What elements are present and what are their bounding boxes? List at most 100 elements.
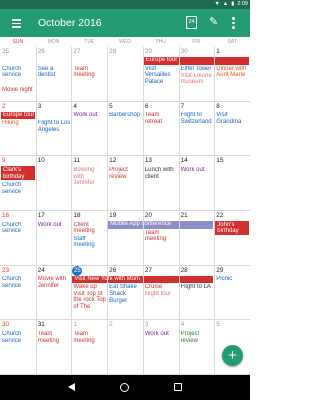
day-cell[interactable]: 30 (0, 320, 36, 375)
event-item[interactable]: Lunch with client (145, 167, 178, 181)
back-icon[interactable] (68, 383, 75, 391)
event-item[interactable]: Church service (2, 66, 35, 80)
day-number: 13 (144, 157, 152, 165)
day-number: 7 (180, 102, 185, 110)
day-cell[interactable]: 24 (36, 266, 72, 321)
event-bar[interactable]: John's birthday (215, 221, 249, 235)
event-item[interactable]: Picnic (216, 276, 249, 283)
event-item[interactable]: Bowling with Jennifer (73, 167, 106, 187)
event-item[interactable]: Wake up (73, 284, 106, 291)
event-item[interactable]: Client meeting (73, 222, 106, 236)
event-item[interactable]: Visit Louvre museum (181, 73, 214, 87)
weekday-sun: SUN (12, 39, 24, 45)
day-cell[interactable]: 29 (214, 266, 250, 321)
day-cell[interactable]: 3 (143, 320, 179, 375)
event-item[interactable]: Work out (73, 112, 106, 119)
event-item[interactable]: Team meeting (38, 331, 71, 345)
day-cell[interactable]: 14 (179, 156, 215, 211)
status-time: 2:09 (237, 1, 248, 7)
event-item[interactable]: Staff meeting (73, 236, 106, 250)
event-item[interactable]: See a dentist (38, 66, 71, 80)
event-item[interactable]: Eat Shake Shack Burger (109, 284, 142, 304)
day-cell[interactable]: 31 (36, 320, 72, 375)
day-cell[interactable]: 6 (143, 102, 179, 157)
day-cell[interactable]: 16 (0, 211, 36, 266)
day-number: 14 (180, 157, 188, 165)
today-icon[interactable]: 24 (186, 16, 197, 29)
event-item[interactable]: Project review (181, 331, 214, 345)
weekday-wed: WED (119, 39, 131, 45)
day-number: 30 (2, 321, 10, 329)
event-bar[interactable]: Europe tour (1, 111, 35, 120)
event-item[interactable]: Movie with Jennifer (38, 276, 71, 290)
event-item[interactable]: Eiffel Tower (181, 66, 214, 73)
day-cell[interactable]: 1 (71, 320, 107, 375)
event-item[interactable]: Team meeting (73, 66, 106, 80)
event-item[interactable]: Flight to Los Angeles (38, 120, 71, 134)
event-bar[interactable]: Clark's birthday (1, 166, 35, 181)
day-cell[interactable]: 2 (107, 320, 143, 375)
day-cell[interactable]: 28 (179, 266, 215, 321)
event-item[interactable]: Church service (2, 182, 35, 196)
day-cell[interactable]: 8 (214, 102, 250, 157)
day-cell[interactable]: 12 (107, 156, 143, 211)
day-number: 2 (2, 102, 6, 110)
day-number: 3 (144, 321, 149, 329)
event-bar[interactable]: Mobile App conference (108, 221, 214, 229)
recents-icon[interactable] (174, 383, 182, 391)
more-vert-icon[interactable] (232, 16, 235, 29)
event-item[interactable]: Work out (145, 331, 178, 338)
day-number: 9 (2, 157, 6, 165)
month-title[interactable]: October 2016 (38, 17, 102, 29)
event-item[interactable]: Church service (2, 331, 35, 345)
event-item[interactable]: Church service (2, 276, 35, 290)
event-item[interactable]: Visit Grandma (216, 112, 249, 126)
day-cell[interactable]: 22 (214, 211, 250, 266)
event-item[interactable]: Team meeting (73, 331, 106, 345)
event-item[interactable]: Work out (181, 167, 214, 174)
day-cell[interactable]: 28 (107, 47, 143, 102)
event-item[interactable]: Flight to Switzerland (181, 112, 214, 126)
day-cell[interactable]: 4 (179, 320, 215, 375)
day-cell[interactable]: 2 (0, 102, 36, 157)
weekday-thu: THU (155, 39, 166, 45)
event-item[interactable]: Work out (38, 222, 71, 229)
home-icon[interactable] (120, 382, 129, 392)
event-item[interactable]: Visit Versailles Palace (145, 66, 178, 86)
day-cell[interactable]: 17 (36, 211, 72, 266)
day-cell[interactable]: 7 (179, 102, 215, 157)
battery-icon: ▮ (231, 1, 235, 7)
day-cell[interactable]: 10 (36, 156, 72, 211)
day-cell[interactable]: 21 (179, 211, 215, 266)
day-number: 5 (109, 102, 113, 110)
week-row: 30 31 1 2 3 4 5 Church service Team meeting Team … (0, 320, 250, 375)
event-item[interactable]: Movie night (2, 87, 35, 94)
add-fab-button[interactable]: + (222, 345, 243, 366)
day-cell[interactable]: 13 (143, 156, 179, 211)
day-number: 8 (216, 102, 220, 110)
event-item[interactable]: Church service (2, 222, 35, 236)
event-item[interactable]: Flight to LA (181, 284, 214, 291)
day-cell[interactable]: 19 (107, 211, 143, 266)
event-item[interactable]: Hiking (2, 120, 35, 127)
event-item[interactable]: Visit Top of the rock Top of The (73, 291, 106, 311)
menu-icon[interactable] (12, 17, 21, 29)
day-cell[interactable]: 15 (214, 156, 250, 211)
add-event-icon[interactable]: ✎ (209, 15, 218, 29)
event-item[interactable]: Barbershop (109, 112, 142, 119)
day-cell[interactable]: 23 (0, 266, 36, 321)
event-item[interactable]: Dinner with Aunt Marie (216, 66, 249, 80)
event-item[interactable]: Team retreat (145, 112, 178, 126)
day-number: 26 (109, 266, 117, 274)
day-number: 3 (37, 102, 42, 110)
event-item[interactable]: Team meeting (145, 230, 178, 244)
weekday-mon: MON (47, 39, 60, 45)
event-item[interactable]: Project review (109, 167, 142, 181)
day-cell[interactable]: 5 (107, 102, 143, 157)
day-number: 27 (144, 266, 152, 274)
day-cell[interactable]: 4 (71, 102, 107, 157)
day-number: 15 (216, 157, 224, 165)
day-number: 21 (180, 212, 188, 219)
event-item[interactable]: Night tour (145, 291, 178, 298)
event-bar[interactable]: Europe tour (143, 57, 249, 65)
